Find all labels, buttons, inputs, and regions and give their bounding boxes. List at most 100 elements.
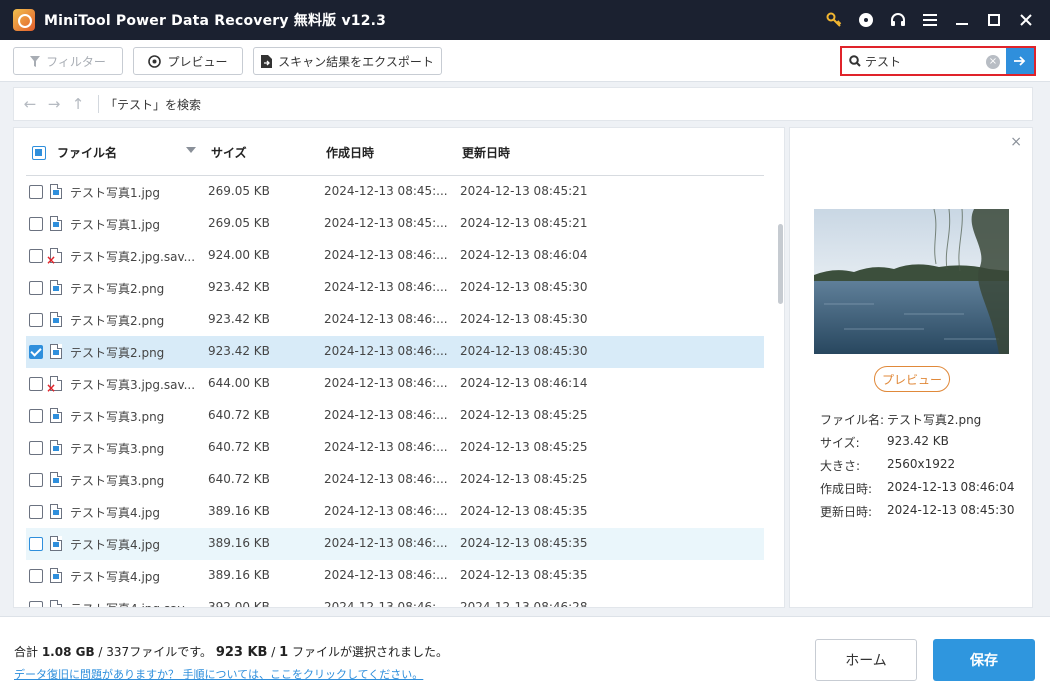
forward-arrow-icon[interactable]: → <box>42 95 66 113</box>
modified-date-cell: 2024-12-13 08:45:25 <box>460 408 588 422</box>
file-name-cell: テスト写真4.jpg <box>70 538 161 552</box>
home-button[interactable]: ホーム <box>815 639 917 681</box>
created-date-cell: 2024-12-13 08:46:... <box>324 504 448 518</box>
file-name-cell: テスト写真2.png <box>70 282 165 296</box>
row-checkbox[interactable] <box>29 441 43 455</box>
row-checkbox[interactable] <box>29 345 43 359</box>
created-date-cell: 2024-12-13 08:46:... <box>324 568 448 582</box>
arrow-right-icon <box>1014 56 1026 66</box>
back-arrow-icon[interactable]: ← <box>18 95 42 113</box>
table-row[interactable]: テスト写真4.jpg 389.16 KB 2024-12-13 08:46:... 2… <box>26 528 764 560</box>
column-header-name[interactable]: ファイル名 <box>57 144 117 161</box>
row-checkbox[interactable] <box>29 281 43 295</box>
save-button[interactable]: 保存 <box>933 639 1035 681</box>
file-name-cell: テスト写真3.png <box>70 410 165 424</box>
row-checkbox[interactable] <box>29 185 43 199</box>
file-name-cell: テスト写真3.png <box>70 474 165 488</box>
row-checkbox[interactable] <box>29 377 43 391</box>
headset-icon[interactable] <box>882 0 914 40</box>
preview-panel: × プレビュー ファイル名: テスト写真2.png サイズ: 923.42 KB 大… <box>789 127 1033 608</box>
file-size-cell: 644.00 KB <box>208 376 270 390</box>
row-checkbox[interactable] <box>29 569 43 583</box>
info-value: テスト写真2.png <box>887 413 982 427</box>
key-icon[interactable] <box>818 0 850 40</box>
modified-date-cell: 2024-12-13 08:45:35 <box>460 568 588 582</box>
file-size-cell: 640.72 KB <box>208 472 270 486</box>
table-row[interactable]: テスト写真1.jpg 269.05 KB 2024-12-13 08:45:... 2… <box>26 176 764 208</box>
menu-icon[interactable] <box>914 0 946 40</box>
table-row[interactable]: テスト写真2.png 923.42 KB 2024-12-13 08:46:... 2… <box>26 336 764 368</box>
info-key: サイズ: <box>820 436 860 450</box>
preview-file-button[interactable]: プレビュー <box>874 366 950 392</box>
navigation-bar: ← → ↑ 「テスト」を検索 <box>13 87 1033 121</box>
vertical-scrollbar[interactable] <box>778 224 783 304</box>
image-file-icon <box>50 312 62 327</box>
row-checkbox[interactable] <box>29 473 43 487</box>
info-row: ファイル名: テスト写真2.png <box>820 411 1020 434</box>
row-checkbox[interactable] <box>29 409 43 423</box>
search-icon <box>849 55 861 67</box>
modified-date-cell: 2024-12-13 08:45:35 <box>460 536 588 550</box>
search-submit-button[interactable] <box>1006 48 1034 74</box>
table-row[interactable]: テスト写真2.png 923.42 KB 2024-12-13 08:46:... 2… <box>26 272 764 304</box>
table-row[interactable]: テスト写真2.png 923.42 KB 2024-12-13 08:46:... 2… <box>26 304 764 336</box>
file-size-cell: 389.16 KB <box>208 536 270 550</box>
created-date-cell: 2024-12-13 08:46:... <box>324 440 448 454</box>
search-box: × <box>840 46 1036 76</box>
column-header-created[interactable]: 作成日時 <box>326 144 374 161</box>
file-name-cell: テスト写真3.jpg.sav... <box>70 378 196 392</box>
close-preview-icon[interactable]: × <box>1010 134 1022 150</box>
info-row: 更新日時: 2024-12-13 08:45:30 <box>820 503 1020 526</box>
close-icon[interactable] <box>1010 0 1042 40</box>
export-scan-button[interactable]: スキャン結果をエクスポート <box>253 47 442 75</box>
maximize-icon[interactable] <box>978 0 1010 40</box>
row-checkbox[interactable] <box>29 537 43 551</box>
row-checkbox[interactable] <box>29 249 43 263</box>
selection-summary: 合計 1.08 GB / 337ファイルです。 923 KB / 1 ファイルが… <box>14 643 448 660</box>
file-name-cell: テスト写真1.jpg <box>70 218 161 232</box>
row-checkbox[interactable] <box>29 217 43 231</box>
help-link[interactable]: データ復旧に問題がありますか？ 手順については、ここをクリックしてください。 <box>14 666 423 682</box>
table-row[interactable]: テスト写真3.png 640.72 KB 2024-12-13 08:46:... 2… <box>26 432 764 464</box>
selected-size: 923 KB <box>215 645 268 660</box>
sort-down-icon[interactable] <box>186 147 196 153</box>
clear-search-icon[interactable]: × <box>986 55 1000 69</box>
damaged-file-icon <box>46 248 62 265</box>
summary-suffix: ファイルが選択されました。 <box>288 645 449 659</box>
table-row[interactable]: テスト写真3.jpg.sav... 644.00 KB 2024-12-13 08:… <box>26 368 764 400</box>
summary-prefix: 合計 <box>14 645 42 659</box>
search-input[interactable] <box>865 49 985 73</box>
up-arrow-icon[interactable]: ↑ <box>66 95 90 113</box>
table-row[interactable]: テスト写真3.png 640.72 KB 2024-12-13 08:46:... 2… <box>26 400 764 432</box>
filter-button[interactable]: フィルター <box>13 47 123 75</box>
search-path: 「テスト」を検索 <box>105 97 202 112</box>
file-info: ファイル名: テスト写真2.png サイズ: 923.42 KB 大きさ: 2560x… <box>820 411 1020 526</box>
modified-date-cell: 2024-12-13 08:45:30 <box>460 280 588 294</box>
selected-count: 1 <box>279 645 289 660</box>
table-row[interactable]: テスト写真3.png 640.72 KB 2024-12-13 08:46:... 2… <box>26 464 764 496</box>
column-header-modified[interactable]: 更新日時 <box>462 144 510 161</box>
table-row[interactable]: テスト写真1.jpg 269.05 KB 2024-12-13 08:45:... 2… <box>26 208 764 240</box>
file-size-cell: 640.72 KB <box>208 440 270 454</box>
minimize-icon[interactable] <box>946 0 978 40</box>
column-header-size[interactable]: サイズ <box>211 144 247 161</box>
filter-icon <box>30 55 41 67</box>
disc-icon[interactable] <box>850 0 882 40</box>
row-checkbox[interactable] <box>29 313 43 327</box>
table-row[interactable]: テスト写真4.jpg 389.16 KB 2024-12-13 08:46:... 2… <box>26 560 764 592</box>
table-row[interactable]: テスト写真4.jpg.sav... 392.00 KB 2024-12-13 08:… <box>26 592 764 607</box>
created-date-cell: 2024-12-13 08:46:... <box>324 344 448 358</box>
modified-date-cell: 2024-12-13 08:45:25 <box>460 440 588 454</box>
title-bar-controls <box>818 0 1042 40</box>
select-all-checkbox[interactable] <box>32 146 46 160</box>
modified-date-cell: 2024-12-13 08:46:14 <box>460 376 588 390</box>
table-row[interactable]: テスト写真4.jpg 389.16 KB 2024-12-13 08:46:... 2… <box>26 496 764 528</box>
table-row[interactable]: テスト写真2.jpg.sav... 924.00 KB 2024-12-13 08:… <box>26 240 764 272</box>
export-icon <box>261 54 273 68</box>
info-key: 更新日時: <box>820 505 873 519</box>
preview-button[interactable]: プレビュー <box>133 47 243 75</box>
created-date-cell: 2024-12-13 08:45:... <box>324 216 448 230</box>
row-checkbox[interactable] <box>29 601 43 607</box>
file-name-cell: テスト写真3.png <box>70 442 165 456</box>
row-checkbox[interactable] <box>29 505 43 519</box>
